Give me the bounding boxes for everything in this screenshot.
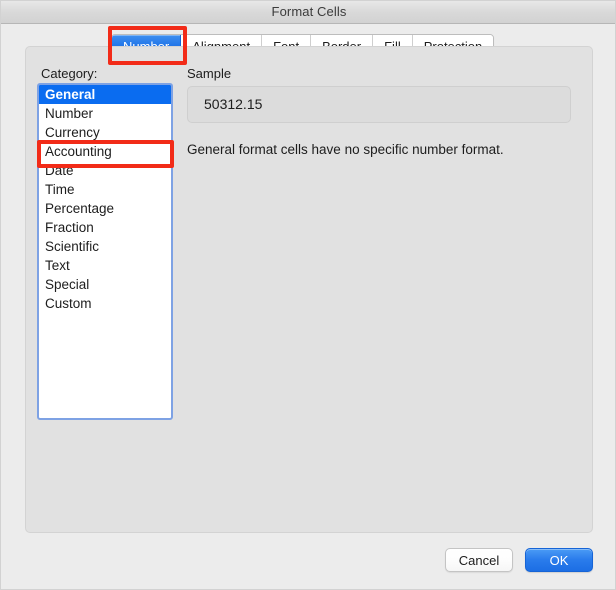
- category-item-time[interactable]: Time: [39, 180, 171, 199]
- format-description: General format cells have no specific nu…: [187, 142, 504, 157]
- category-item-number[interactable]: Number: [39, 104, 171, 123]
- category-item-text[interactable]: Text: [39, 256, 171, 275]
- ok-button[interactable]: OK: [525, 548, 593, 572]
- category-item-custom[interactable]: Custom: [39, 294, 171, 313]
- category-item-special[interactable]: Special: [39, 275, 171, 294]
- category-item-general[interactable]: General: [39, 85, 171, 104]
- category-item-scientific[interactable]: Scientific: [39, 237, 171, 256]
- category-item-date[interactable]: Date: [39, 161, 171, 180]
- category-label: Category:: [41, 66, 98, 81]
- format-cells-dialog: Format Cells NumberAlignmentFontBorderFi…: [0, 0, 616, 590]
- title-bar: Format Cells: [1, 1, 615, 24]
- category-item-currency[interactable]: Currency: [39, 123, 171, 142]
- window-title: Format Cells: [271, 4, 347, 19]
- cancel-button[interactable]: Cancel: [445, 548, 513, 572]
- category-item-percentage[interactable]: Percentage: [39, 199, 171, 218]
- sample-box: 50312.15: [187, 86, 571, 123]
- category-list[interactable]: General Number Currency Accounting Date Time P…: [37, 83, 173, 420]
- category-item-fraction[interactable]: Fraction: [39, 218, 171, 237]
- sample-value: 50312.15: [204, 96, 263, 112]
- category-item-accounting[interactable]: Accounting: [39, 142, 171, 161]
- sample-label: Sample: [187, 66, 232, 81]
